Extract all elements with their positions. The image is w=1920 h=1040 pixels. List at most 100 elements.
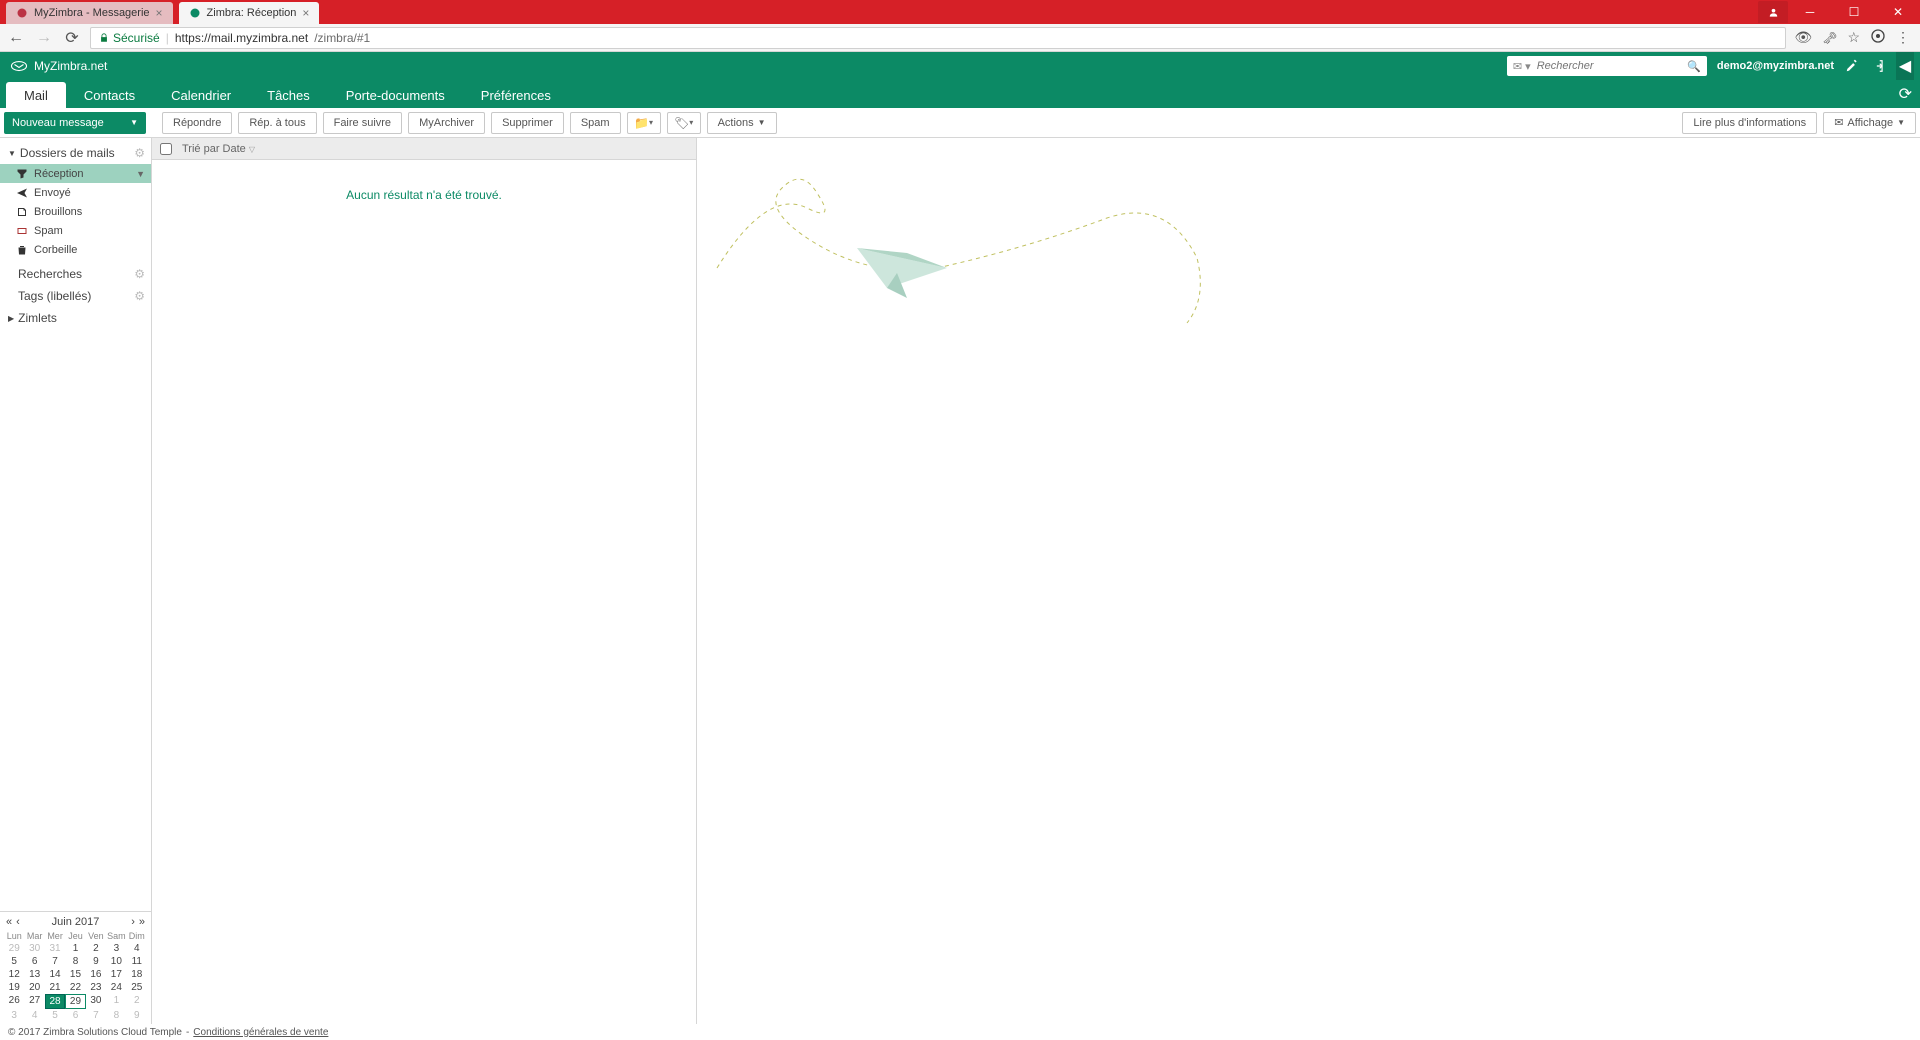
folder-drafts[interactable]: Brouillons	[0, 202, 151, 221]
cal-day[interactable]: 7	[45, 955, 65, 968]
gear-icon[interactable]: ⚙	[134, 146, 145, 160]
folder-trash[interactable]: Corbeille	[0, 240, 151, 259]
tag-button[interactable]: 🏷▾	[667, 112, 701, 134]
search-icon[interactable]: 🔍	[1687, 60, 1701, 73]
tab-mail[interactable]: Mail	[6, 82, 66, 108]
cal-day[interactable]: 20	[24, 981, 44, 994]
cal-day[interactable]: 10	[106, 955, 126, 968]
search-box[interactable]: ✉ ▾ 🔍	[1507, 56, 1707, 76]
mail-scope-icon[interactable]: ✉ ▾	[1513, 60, 1531, 73]
archive-button[interactable]: MyArchiver	[408, 112, 485, 134]
folder-inbox[interactable]: Réception ▼	[0, 164, 151, 183]
cal-day[interactable]: 3	[106, 942, 126, 955]
logout-icon[interactable]	[1870, 58, 1886, 74]
reply-all-button[interactable]: Rép. à tous	[238, 112, 316, 134]
move-folder-button[interactable]: 📁▾	[627, 112, 661, 134]
menu-icon[interactable]: ⋮	[1896, 29, 1910, 46]
terms-link[interactable]: Conditions générales de vente	[193, 1027, 328, 1038]
cal-day[interactable]: 16	[86, 968, 106, 981]
close-icon[interactable]: ×	[302, 6, 309, 20]
cal-day[interactable]: 8	[106, 1009, 126, 1022]
cal-day[interactable]: 13	[24, 968, 44, 981]
collapse-panel-icon[interactable]: ◀	[1896, 52, 1914, 80]
minimize-button[interactable]: ─	[1788, 0, 1832, 24]
tags-header[interactable]: Tags (libellés) ⚙	[0, 285, 151, 307]
back-button[interactable]: ←	[6, 28, 26, 48]
sort-label[interactable]: Trié par Date ▽	[182, 143, 255, 155]
cal-next-month-icon[interactable]: ›	[131, 916, 135, 928]
new-message-button[interactable]: Nouveau message▼	[4, 112, 146, 134]
search-input[interactable]	[1537, 60, 1682, 72]
zimlets-header[interactable]: ▶ Zimlets	[0, 307, 151, 329]
cal-day[interactable]: 27	[24, 994, 44, 1009]
tab-tasks[interactable]: Tâches	[249, 82, 328, 108]
cal-day[interactable]: 31	[45, 942, 65, 955]
tab-briefcase[interactable]: Porte-documents	[328, 82, 463, 108]
cal-day[interactable]: 2	[127, 994, 147, 1009]
cal-day[interactable]: 30	[24, 942, 44, 955]
dropper-icon[interactable]	[1844, 58, 1860, 74]
user-email[interactable]: demo2@myzimbra.net	[1717, 60, 1834, 72]
cal-day[interactable]: 4	[127, 942, 147, 955]
cal-day[interactable]: 25	[127, 981, 147, 994]
app-logo[interactable]: MyZimbra.net	[6, 57, 107, 75]
cal-day[interactable]: 9	[86, 955, 106, 968]
cal-day[interactable]: 5	[4, 955, 24, 968]
cal-day[interactable]: 7	[86, 1009, 106, 1022]
reply-button[interactable]: Répondre	[162, 112, 232, 134]
cal-day[interactable]: 6	[24, 955, 44, 968]
cal-day[interactable]: 5	[45, 1009, 65, 1022]
forward-button[interactable]: →	[34, 28, 54, 48]
maximize-button[interactable]: ☐	[1832, 0, 1876, 24]
read-more-button[interactable]: Lire plus d'informations	[1682, 112, 1817, 134]
cal-day[interactable]: 4	[24, 1009, 44, 1022]
forward-button[interactable]: Faire suivre	[323, 112, 402, 134]
close-icon[interactable]: ×	[156, 6, 163, 20]
cal-day[interactable]: 21	[45, 981, 65, 994]
refresh-icon[interactable]: ⟳	[1899, 84, 1912, 104]
cal-day[interactable]: 6	[65, 1009, 85, 1022]
cal-day[interactable]: 26	[4, 994, 24, 1009]
folders-header[interactable]: ▼ Dossiers de mails ⚙	[0, 142, 151, 164]
cal-day[interactable]: 18	[127, 968, 147, 981]
cal-day[interactable]: 30	[86, 994, 106, 1009]
gear-icon[interactable]: ⚙	[134, 289, 145, 303]
tab-contacts[interactable]: Contacts	[66, 82, 153, 108]
chevron-down-icon[interactable]: ▼	[136, 169, 145, 179]
cal-day[interactable]: 12	[4, 968, 24, 981]
cal-day[interactable]: 11	[127, 955, 147, 968]
browser-tab-inactive[interactable]: MyZimbra - Messagerie ×	[6, 2, 173, 24]
cal-day[interactable]: 23	[86, 981, 106, 994]
cal-day[interactable]: 1	[65, 942, 85, 955]
actions-button[interactable]: Actions ▼	[707, 112, 777, 134]
browser-tab-active[interactable]: Zimbra: Réception ×	[179, 2, 320, 24]
searches-header[interactable]: Recherches ⚙	[0, 263, 151, 285]
cal-day[interactable]: 17	[106, 968, 126, 981]
cal-day[interactable]: 28	[45, 994, 65, 1009]
cal-prev-month-icon[interactable]: ‹	[16, 916, 20, 928]
cal-next-year-icon[interactable]: »	[139, 916, 145, 928]
cal-day[interactable]: 19	[4, 981, 24, 994]
folder-spam[interactable]: Spam	[0, 221, 151, 240]
delete-button[interactable]: Supprimer	[491, 112, 564, 134]
reload-button[interactable]: ⟳	[62, 28, 82, 48]
cal-day[interactable]: 15	[65, 968, 85, 981]
cal-day[interactable]: 1	[106, 994, 126, 1009]
gear-icon[interactable]: ⚙	[134, 267, 145, 281]
cal-day[interactable]: 14	[45, 968, 65, 981]
tab-preferences[interactable]: Préférences	[463, 82, 569, 108]
cal-prev-year-icon[interactable]: «	[6, 916, 12, 928]
cal-day[interactable]: 29	[65, 994, 85, 1009]
select-all-checkbox[interactable]	[160, 143, 172, 155]
close-button[interactable]: ✕	[1876, 0, 1920, 24]
key-icon[interactable]: 🗝	[1822, 31, 1837, 45]
tab-calendar[interactable]: Calendrier	[153, 82, 249, 108]
cal-day[interactable]: 3	[4, 1009, 24, 1022]
cal-month-label[interactable]: Juin 2017	[52, 916, 100, 928]
extension-icon[interactable]	[1870, 28, 1886, 47]
user-icon[interactable]	[1758, 1, 1788, 23]
eye-icon[interactable]: 👁	[1794, 29, 1812, 46]
folder-sent[interactable]: Envoyé	[0, 183, 151, 202]
cal-day[interactable]: 29	[4, 942, 24, 955]
cal-day[interactable]: 9	[127, 1009, 147, 1022]
